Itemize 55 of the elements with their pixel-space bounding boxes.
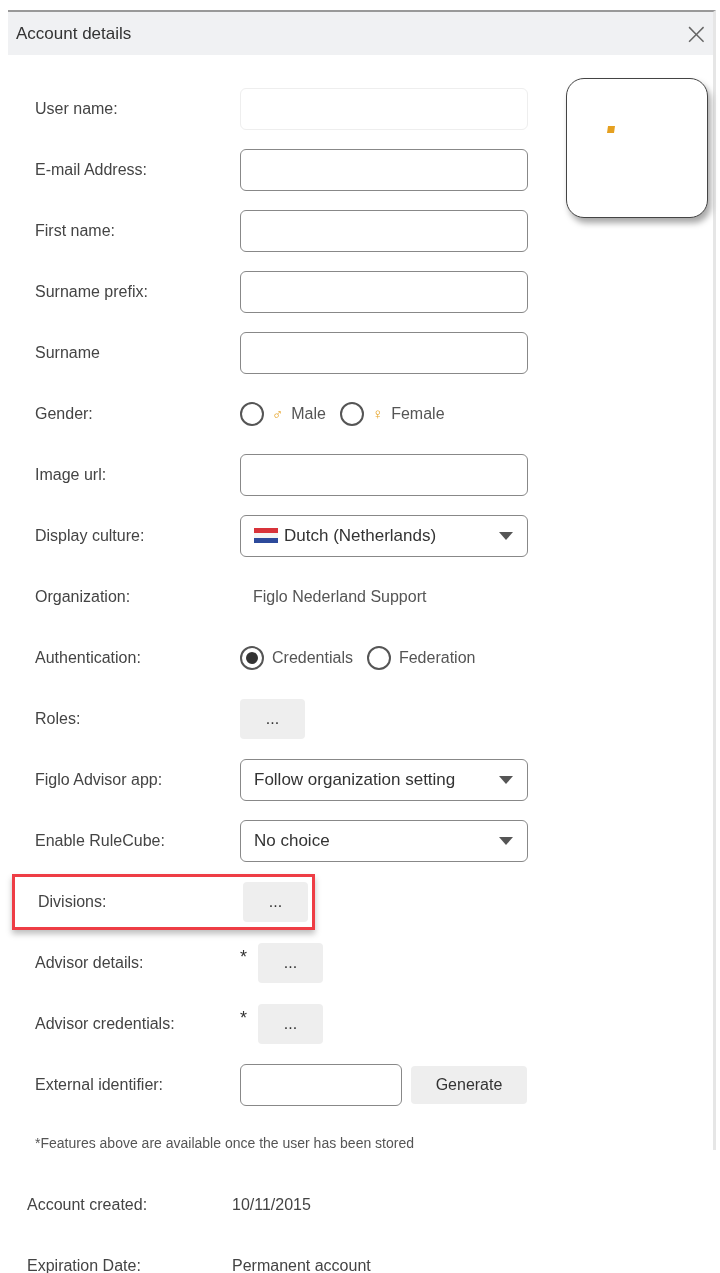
radio-label[interactable]: Female — [391, 404, 445, 423]
generate-button[interactable]: Generate — [411, 1065, 527, 1104]
caret-icon — [499, 836, 513, 845]
input-field[interactable] — [240, 1063, 402, 1106]
field-label: E-mail Address: — [35, 160, 149, 179]
field-label: Surname — [35, 343, 101, 362]
more-button[interactable]: ... — [258, 942, 323, 983]
input-field[interactable] — [240, 453, 528, 496]
field-label: Expiration Date: — [27, 1256, 142, 1273]
dropdown[interactable]: No choice — [240, 819, 528, 862]
radio-button[interactable] — [240, 645, 264, 670]
field-label: Surname prefix: — [35, 282, 149, 301]
field-label: Gender: — [35, 404, 94, 423]
field-label: Figlo Advisor app: — [35, 770, 164, 789]
input-field[interactable] — [240, 270, 528, 313]
more-button[interactable]: ... — [243, 881, 308, 922]
field-value: Figlo Nederland Support — [253, 587, 427, 606]
field-label: User name: — [35, 99, 119, 118]
field-label: Roles: — [35, 709, 82, 728]
radio-button[interactable] — [366, 645, 391, 670]
required-mark: * — [240, 1008, 248, 1029]
more-button[interactable]: ... — [240, 698, 305, 739]
dropdown[interactable]: Dutch (Netherlands) — [240, 514, 528, 557]
dialog-title: Account details — [16, 23, 132, 44]
field-label: First name: — [35, 221, 116, 240]
field-label: Account created: — [27, 1195, 149, 1214]
radio-button[interactable] — [240, 401, 264, 426]
field-label: Enable RuleCube: — [35, 831, 166, 850]
gender-symbol: ♀ — [371, 405, 384, 422]
input-field[interactable] — [240, 331, 528, 374]
note-text: *Features above are available once the user has been stored — [34, 1134, 416, 1151]
field-label: Advisor details: — [35, 953, 145, 972]
field-label: Advisor credentials: — [35, 1014, 176, 1033]
radio-label[interactable]: Credentials — [272, 648, 353, 667]
field-value: Permanent account — [232, 1256, 371, 1273]
field-value: 10/11/2015 — [232, 1195, 311, 1214]
caret-icon — [499, 775, 513, 784]
avatar-frame[interactable] — [566, 78, 708, 218]
field-label: Display culture: — [35, 526, 146, 545]
close-button[interactable]: × — [679, 18, 713, 49]
input-field[interactable] — [240, 148, 528, 191]
field-label: Divisions: — [38, 892, 108, 911]
radio-label[interactable]: Male — [291, 404, 326, 423]
field-label: Image url: — [35, 465, 108, 484]
radio-label[interactable]: Federation — [398, 648, 476, 667]
required-mark: * — [240, 947, 248, 968]
input-field[interactable] — [240, 209, 528, 252]
field-label: Organization: — [35, 587, 132, 606]
dropdown[interactable]: Follow organization setting — [240, 758, 528, 801]
more-button[interactable]: ... — [258, 1003, 323, 1044]
radio-button[interactable] — [339, 401, 364, 426]
caret-icon — [499, 531, 513, 540]
field-label: External identifier: — [35, 1075, 165, 1094]
field-label: Authentication: — [35, 648, 142, 667]
gender-symbol: ♂ — [272, 405, 284, 422]
